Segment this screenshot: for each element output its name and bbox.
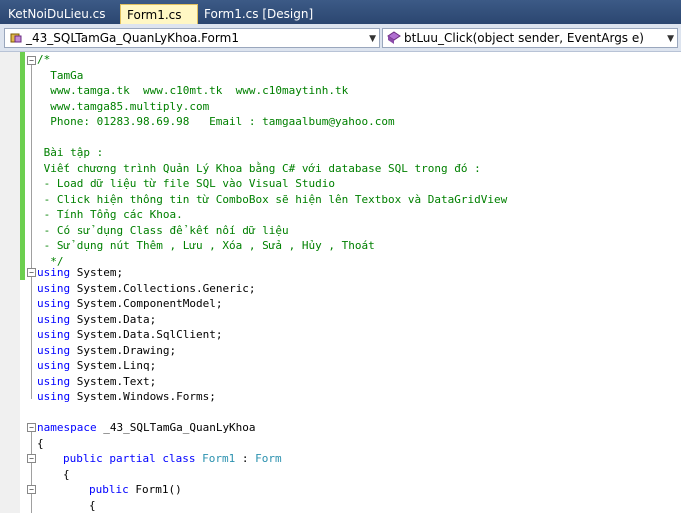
code-text: : [235,452,256,465]
code-text: Form1() [128,483,182,496]
type-name: Form [255,452,282,465]
code-line: using System.Data.SqlClient; [37,327,222,343]
code-text: System.Collections.Generic; [70,281,256,295]
code-line: Phone: 01283.98.69.98 Email : tamgaalbum… [37,115,395,128]
code-text: System.Linq; [70,359,157,372]
code-line: www.tamga85.multiply.com [37,99,210,113]
code-line: - Load dữ liệu từ file SQL vào Visual St… [37,177,336,190]
keyword: using [37,297,71,310]
code-line: www.tamga.tk www.c10mt.tk www.c10maytinh… [37,84,349,97]
code-text: System.Drawing; [70,343,177,357]
keyword: using [37,328,71,341]
keyword: using [37,390,71,403]
keyword: partial [102,452,156,465]
keyword: using [37,266,71,279]
code-line: Bài tập : [37,146,104,159]
navigation-bar: _43_SQLTamGa_QuanLyKhoa.Form1 ▼ btLuu_Cl… [0,24,681,52]
code-line: Viết chương trình Quản Lý Khoa bằng C# v… [37,161,481,175]
tab-form1-design[interactable]: Form1.cs [Design] [198,4,326,24]
type-name: Form1 [195,452,236,465]
code-line: { [37,436,44,450]
class-dropdown[interactable]: _43_SQLTamGa_QuanLyKhoa.Form1 ▼ [4,28,380,48]
method-icon [387,31,401,44]
keyword: using [37,281,71,295]
code-text: System.Data.SqlClient; [70,328,223,341]
code-line: using System.Drawing; [37,343,176,359]
keyword: using [37,343,71,357]
code-line: using System.ComponentModel; [37,296,222,312]
keyword: public [63,452,103,465]
collapse-icon[interactable]: − [27,268,36,277]
keyword: using [37,359,71,372]
code-line: public partial class Form1 : Form [63,451,282,467]
indicator-margin [0,52,20,513]
collapse-icon[interactable]: − [27,56,36,65]
document-tab-strip: KetNoiDuLieu.cs Form1.cs Form1.cs [Desig… [0,0,681,24]
keyword: using [37,312,71,326]
collapse-icon[interactable]: − [27,423,36,432]
code-line: { [89,498,96,512]
code-line: using System.Text; [37,374,156,390]
code-line: using System.Collections.Generic; [37,281,256,297]
code-line: { [63,467,70,481]
code-text: System.Data; [70,312,157,326]
keyword: namespace [37,421,97,434]
chevron-down-icon: ▼ [667,34,674,44]
collapse-icon[interactable]: − [27,454,36,463]
code-text: System.ComponentModel; [70,297,223,310]
code-line: TamGa [37,68,84,82]
collapse-icon[interactable]: − [27,485,36,494]
code-line: using System.Data; [37,312,156,328]
code-line: - Click hiện thông tin từ ComboBox sẽ hi… [37,192,508,206]
tab-label: Form1.cs [Design] [204,7,314,21]
fold-guide [31,277,32,399]
fold-guide [31,65,32,268]
member-dropdown-value: btLuu_Click(object sender, EventArgs e) [404,31,644,45]
code-line: using System; [37,265,123,281]
change-tracking-bar [20,52,25,280]
tab-form1-cs[interactable]: Form1.cs [120,4,198,24]
code-line: - Có sử dụng Class để kết nối dữ liệu [37,223,289,237]
tab-label: KetNoiDuLieu.cs [8,7,106,21]
code-text: System; [70,266,124,279]
class-dropdown-value: _43_SQLTamGa_QuanLyKhoa.Form1 [26,31,239,45]
code-line: - Tính Tổng các Khoa. [37,208,183,221]
keyword: class [155,452,196,465]
code-line: public Form1() [89,482,182,498]
code-text: System.Windows.Forms; [70,390,216,403]
code-editor[interactable]: − − − − − /* TamGa www.tamga.tk www.c10m… [0,52,681,513]
code-line: /* [37,53,51,66]
namespace-name: _43_SQLTamGa_QuanLyKhoa [96,421,256,434]
class-icon [10,33,22,43]
member-dropdown[interactable]: btLuu_Click(object sender, EventArgs e) … [382,28,678,48]
code-line: - Sử dụng nút Thêm , Lưu , Xóa , Sửa , H… [37,239,375,252]
keyword: using [37,374,71,388]
tab-label: Form1.cs [127,8,182,22]
fold-guide [31,494,32,513]
code-line: using System.Linq; [37,358,156,374]
chevron-down-icon: ▼ [369,34,376,44]
code-text: System.Text; [70,374,157,388]
keyword: public [89,483,129,496]
code-line: namespace _43_SQLTamGa_QuanLyKhoa [37,420,256,436]
tab-ketnoidulieu[interactable]: KetNoiDuLieu.cs [2,4,120,24]
code-line: using System.Windows.Forms; [37,389,216,405]
